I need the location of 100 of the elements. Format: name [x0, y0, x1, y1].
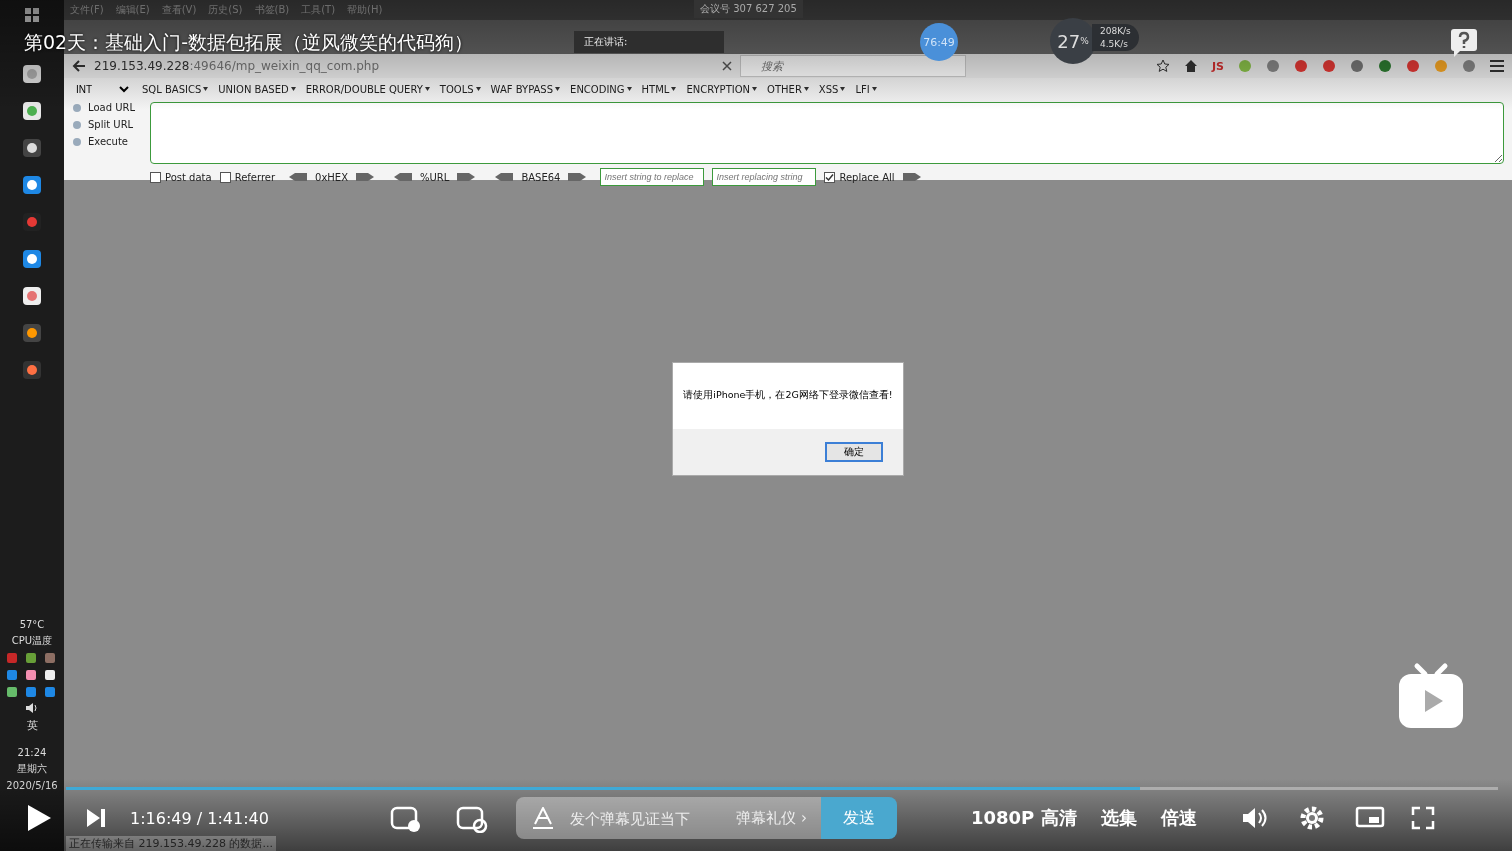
search-field[interactable]: 搜索	[740, 55, 966, 77]
action-icon	[72, 119, 82, 130]
speaking-indicator: 正在讲话:	[574, 31, 724, 53]
decode-arrow-icon[interactable]	[394, 173, 413, 181]
action-link[interactable]: Execute	[88, 136, 128, 147]
hackbar-menu[interactable]: ERROR/DOUBLE QUERY	[305, 83, 423, 95]
action-link[interactable]: Load URL	[88, 102, 135, 113]
extension-icon[interactable]	[1350, 59, 1364, 73]
ok-button[interactable]: 确定	[825, 441, 883, 462]
app-icon[interactable]	[22, 175, 42, 195]
url-textarea[interactable]	[150, 102, 1504, 164]
tray-icon[interactable]	[6, 686, 18, 698]
episodes-button[interactable]: 选集	[1100, 806, 1137, 830]
hackbar-menu[interactable]: XSS	[818, 83, 839, 95]
caret-icon	[555, 87, 561, 91]
hackbar-menu[interactable]: OTHER	[767, 83, 802, 95]
weekday: 星期六	[17, 762, 47, 776]
help-icon[interactable]	[1450, 28, 1478, 58]
caret-icon	[475, 87, 481, 91]
fullscreen-icon[interactable]	[1410, 806, 1435, 830]
quality-button[interactable]: 1080P 高清	[971, 806, 1077, 830]
caret-icon	[290, 87, 296, 91]
volume-icon[interactable]	[1240, 806, 1269, 830]
encoder-label: %URL	[420, 171, 450, 183]
caret-icon	[203, 87, 209, 91]
encode-arrow-icon[interactable]	[356, 173, 375, 181]
decode-arrow-icon[interactable]	[289, 173, 308, 181]
app-icon[interactable]	[22, 101, 42, 121]
encode-arrow-icon[interactable]	[457, 173, 476, 181]
app-icon[interactable]	[22, 286, 42, 306]
extension-icon[interactable]	[1462, 59, 1476, 73]
windows-icon[interactable]	[25, 8, 39, 22]
text-style-icon	[532, 807, 554, 829]
extension-icon[interactable]	[1322, 59, 1336, 73]
decode-arrow-icon[interactable]	[495, 173, 514, 181]
dialog-message: 请使用iPhone手机，在2G网络下登录微信查看!	[682, 388, 894, 402]
caret-icon	[626, 87, 632, 91]
hackbar-menu[interactable]: UNION BASED	[218, 83, 289, 95]
extension-icon[interactable]	[1406, 59, 1420, 73]
caret-icon	[424, 87, 430, 91]
action-icon	[72, 136, 82, 147]
status-text: 正在传输来自 219.153.49.228 的数据...	[66, 836, 276, 851]
caret-icon	[840, 87, 846, 91]
app-icon[interactable]	[22, 64, 42, 84]
menu-icon[interactable]	[1490, 60, 1504, 72]
encode-arrow-icon[interactable]	[902, 173, 921, 181]
tray-icon[interactable]	[44, 669, 56, 681]
hackbar-menu[interactable]: ENCODING	[570, 83, 625, 95]
app-icon[interactable]	[22, 138, 42, 158]
checkbox[interactable]	[219, 171, 231, 183]
speed-button[interactable]: 倍速	[1160, 806, 1197, 830]
settings-icon[interactable]	[1298, 805, 1325, 831]
encode-arrow-icon[interactable]	[568, 173, 587, 181]
address-bar[interactable]: 219.153.49.228:49646/mp_weixin_qq_com.php	[94, 58, 714, 74]
checkbox[interactable]	[150, 171, 161, 183]
action-link[interactable]: Split URL	[88, 119, 134, 130]
app-icon[interactable]	[22, 360, 42, 380]
clock-date: 2020/5/16	[6, 780, 58, 791]
extension-icon[interactable]	[1294, 59, 1308, 73]
temperature: 57°C	[19, 619, 45, 630]
extension-icon[interactable]	[1266, 59, 1280, 73]
app-icon[interactable]	[22, 323, 42, 343]
caret-icon	[671, 87, 677, 91]
playback-time: 1:16:49 / 1:41:40	[130, 808, 270, 828]
meeting-id: 会议号 307 627 205	[694, 0, 803, 18]
speaker-icon[interactable]	[25, 702, 39, 714]
caret-icon	[803, 87, 809, 91]
hackbar-menu[interactable]: ENCRYPTION	[686, 83, 751, 95]
sensor-label: CPU温度	[11, 634, 53, 648]
app-icon[interactable]	[22, 249, 42, 269]
checkbox-label[interactable]: Post data	[165, 171, 212, 183]
play-icon[interactable]	[26, 804, 52, 832]
input-method[interactable]: 英	[26, 718, 38, 733]
encoder-label: 0xHEX	[315, 171, 349, 183]
back-arrow-icon[interactable]	[72, 59, 86, 73]
tray-icon[interactable]	[25, 669, 37, 681]
hackbar-menu[interactable]: TOOLS	[439, 83, 474, 95]
window-mode-icon[interactable]	[1354, 806, 1385, 830]
extension-icon[interactable]	[1378, 59, 1392, 73]
hackbar-menu[interactable]: WAF BYPASS	[490, 83, 554, 95]
hackbar-menu[interactable]: HTML	[641, 83, 670, 95]
checkbox-label[interactable]: Replace All	[839, 171, 895, 183]
text-style-button[interactable]	[516, 797, 566, 839]
video-title: 第02天：基础入门-数据包拓展（逆风微笑的代码狗）	[24, 30, 474, 55]
hackbar-menu[interactable]: SQL BASICS	[142, 83, 202, 95]
replace-field[interactable]: Insert string to replace	[600, 168, 705, 186]
checkbox-label[interactable]: Referrer	[234, 171, 276, 183]
star-icon[interactable]	[1156, 59, 1170, 73]
home-icon[interactable]	[1184, 59, 1198, 73]
type-select[interactable]: INT	[72, 82, 132, 96]
network-speed: 208K/s 4.5K/s	[1092, 24, 1139, 51]
js-button[interactable]: JS	[1212, 59, 1224, 73]
hackbar-menu[interactable]: LFI	[855, 83, 870, 95]
action-icon	[72, 102, 82, 113]
clock-time: 21:24	[17, 747, 47, 758]
caret-icon	[871, 87, 877, 91]
replace-field[interactable]: Insert replacing string	[712, 168, 817, 186]
checkbox[interactable]	[824, 171, 836, 183]
next-icon[interactable]	[86, 808, 106, 828]
close-icon[interactable]	[722, 61, 732, 71]
